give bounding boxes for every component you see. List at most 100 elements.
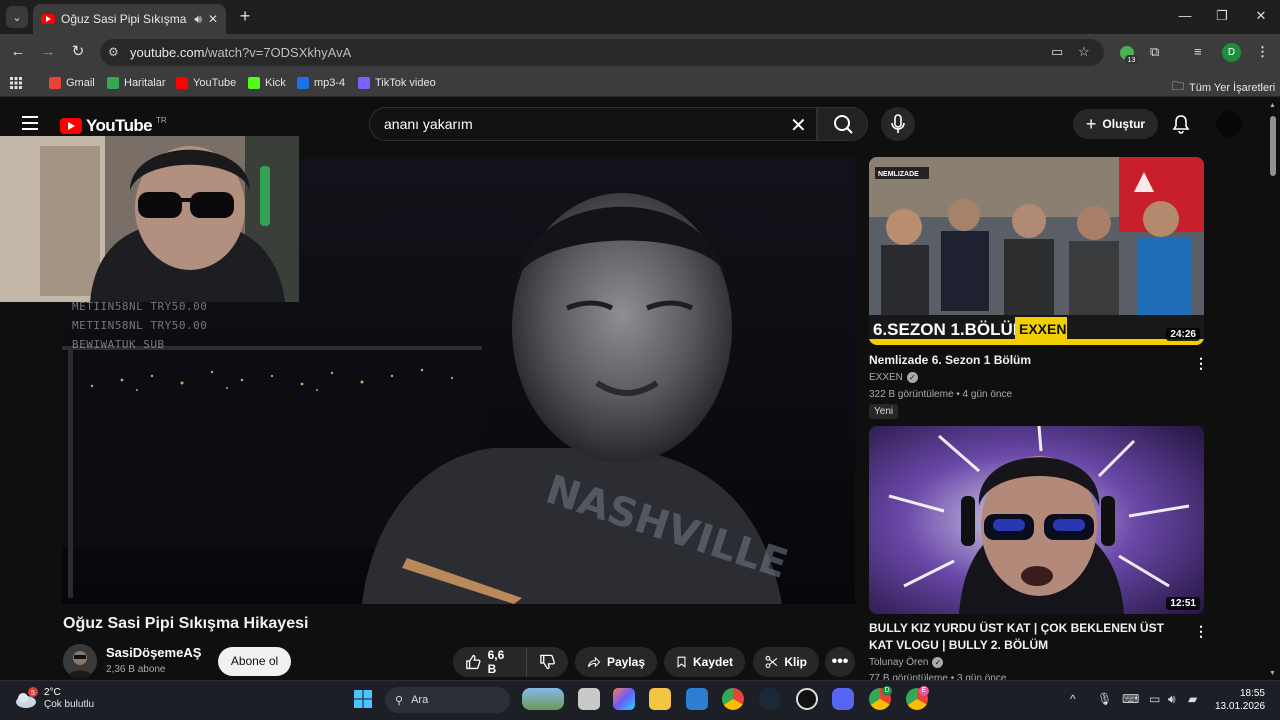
media-controls-icon[interactable]: ≡ bbox=[1194, 44, 1202, 59]
clear-search-icon[interactable]: ✕ bbox=[790, 113, 807, 138]
close-tab-icon[interactable]: ✕ bbox=[208, 12, 218, 26]
weather-widget[interactable]: 5 2°C Çok bulutlu bbox=[14, 686, 94, 710]
scroll-up-arrow-icon[interactable]: ▲ bbox=[1269, 102, 1276, 109]
kebab-menu-icon[interactable]: ⋮ bbox=[1194, 623, 1208, 640]
recommendation-title[interactable]: Nemlizade 6. Sezon 1 Bölüm bbox=[869, 352, 1179, 369]
reload-icon[interactable]: ↻ bbox=[68, 42, 88, 62]
kebab-menu-icon[interactable]: ⋮ bbox=[1194, 355, 1208, 372]
task-view-icon[interactable] bbox=[578, 688, 600, 710]
more-horizontal-icon: ••• bbox=[831, 653, 849, 670]
file-explorer-icon[interactable] bbox=[649, 688, 671, 710]
create-button[interactable]: + Oluştur bbox=[1073, 109, 1158, 139]
recommendation-title[interactable]: BULLY KIZ YURDU ÜST KAT | ÇOK BEKLENEN Ü… bbox=[869, 620, 1179, 654]
bookmark-label: mp3-4 bbox=[314, 77, 346, 89]
thumbnail-tag-text: NEMLIZADE bbox=[878, 171, 919, 178]
like-button[interactable]: 6,6 B bbox=[453, 647, 526, 677]
maximize-button[interactable]: ❐ bbox=[1207, 6, 1237, 26]
chrome-icon[interactable] bbox=[722, 688, 744, 710]
channel-name[interactable]: SasiDöşemeAŞ bbox=[106, 645, 201, 660]
weather-description: Çok bulutlu bbox=[44, 699, 95, 710]
keyboard-icon[interactable]: ⌨ bbox=[1122, 692, 1139, 706]
maps-icon bbox=[107, 77, 119, 89]
donation-line: METIIN58NL TRY50.00 bbox=[72, 319, 208, 332]
youtube-icon bbox=[176, 77, 188, 89]
chrome-menu-icon[interactable]: ⋮ bbox=[1256, 44, 1269, 60]
discord-icon[interactable] bbox=[832, 688, 854, 710]
forward-icon[interactable]: → bbox=[38, 42, 58, 62]
search-button[interactable] bbox=[817, 107, 868, 141]
close-window-button[interactable]: ✕ bbox=[1246, 6, 1276, 26]
recommendation-meta: 77 B görüntüleme • 3 gün önce bbox=[869, 673, 1007, 680]
clip-button[interactable]: Klip bbox=[753, 647, 819, 677]
youtube-play-icon bbox=[60, 118, 82, 134]
scroll-down-arrow-icon[interactable]: ▼ bbox=[1269, 670, 1276, 677]
save-button[interactable]: Kaydet bbox=[664, 647, 745, 677]
recommendation-thumbnail[interactable]: NEMLIZADE 6.SEZON 1.BÖLÜM EXXEN 24:26 bbox=[869, 157, 1204, 345]
search-input[interactable]: ananı yakarım bbox=[369, 107, 817, 141]
battery-icon[interactable]: ▰ bbox=[1188, 692, 1197, 706]
thumbnail-brand: EXXEN bbox=[1019, 321, 1066, 337]
profile-avatar[interactable]: D bbox=[1222, 43, 1241, 62]
youtube-favicon-icon bbox=[41, 14, 55, 24]
recommendation-meta: 322 B görüntüleme • 4 gün önce bbox=[869, 389, 1013, 400]
subscribe-button[interactable]: Abone ol bbox=[218, 647, 291, 676]
thumbs-up-icon bbox=[466, 654, 481, 670]
recommendation-thumbnail[interactable]: 12:51 bbox=[869, 426, 1204, 614]
volume-icon[interactable]: 🔊︎ bbox=[1168, 692, 1176, 707]
microphone-tray-icon[interactable]: 🎙︎ bbox=[1097, 692, 1112, 706]
bookmark-item[interactable]: Kick bbox=[248, 77, 286, 89]
account-avatar[interactable] bbox=[1216, 111, 1242, 137]
recommendation-channel[interactable]: Tolunay Ören ✓ bbox=[869, 657, 944, 668]
microsoft-store-icon[interactable] bbox=[686, 688, 708, 710]
share-button[interactable]: Paylaş bbox=[575, 647, 657, 677]
network-icon[interactable]: ▭ bbox=[1149, 692, 1160, 706]
news-widget-icon[interactable] bbox=[522, 688, 564, 710]
browser-tab-active[interactable]: Oğuz Sasi Pipi Sıkışma Hikaye 🔊︎ ✕ bbox=[33, 4, 226, 34]
bookmark-item[interactable]: YouTube bbox=[176, 77, 236, 89]
system-clock[interactable]: 18:55 13.01.2026 bbox=[1215, 687, 1265, 713]
share-label: Paylaş bbox=[606, 655, 645, 669]
voice-search-button[interactable] bbox=[881, 107, 915, 141]
bookmark-star-icon[interactable]: ☆ bbox=[1078, 44, 1090, 60]
address-bar[interactable]: youtube.com/watch?v=7ODSXkhyAvA bbox=[100, 39, 1104, 66]
bookmark-item[interactable]: mp3-4 bbox=[297, 77, 345, 89]
create-label: Oluştur bbox=[1102, 117, 1146, 131]
taskbar-search-label: Ara bbox=[411, 694, 429, 706]
taskbar-search[interactable]: ⚲ Ara bbox=[385, 687, 510, 713]
cast-icon[interactable]: ▭ bbox=[1051, 44, 1063, 60]
weather-badge: 5 bbox=[31, 690, 35, 697]
subscriber-count: 2,36 B abone bbox=[106, 664, 166, 675]
notifications-bell-icon[interactable] bbox=[1170, 113, 1192, 135]
windows-start-icon[interactable] bbox=[352, 688, 374, 710]
minimize-button[interactable]: — bbox=[1170, 6, 1200, 26]
dislike-button[interactable] bbox=[526, 647, 568, 677]
tab-search-button[interactable]: ⌄ bbox=[6, 6, 28, 28]
new-tab-button[interactable]: + bbox=[235, 6, 255, 26]
guide-menu-icon[interactable] bbox=[22, 116, 38, 130]
audio-playing-icon[interactable]: 🔊︎ bbox=[194, 12, 202, 27]
apps-grid-icon[interactable] bbox=[10, 77, 22, 89]
copilot-icon[interactable] bbox=[613, 688, 635, 710]
profile-badge: D bbox=[882, 686, 892, 696]
thumbnail-caption: 6.SEZON 1.BÖLÜM bbox=[873, 320, 1027, 339]
page-scrollbar[interactable] bbox=[1270, 116, 1276, 176]
tab-title: Oğuz Sasi Pipi Sıkışma Hikaye bbox=[61, 12, 188, 26]
youtube-logo[interactable]: YouTube TR bbox=[60, 116, 167, 136]
extension-badge-icon[interactable]: 13 bbox=[1118, 44, 1138, 64]
tray-overflow-icon[interactable]: ^ bbox=[1070, 692, 1076, 706]
back-icon[interactable]: ← bbox=[8, 42, 28, 62]
site-info-icon[interactable]: ⚙ bbox=[108, 45, 119, 59]
chatgpt-icon[interactable] bbox=[796, 688, 818, 710]
extensions-puzzle-icon[interactable]: ⧉ bbox=[1150, 44, 1159, 60]
search-icon: ⚲ bbox=[395, 694, 404, 707]
recommendation-channel[interactable]: EXXEN ✓ bbox=[869, 372, 918, 383]
bookmark-item[interactable]: TikTok video bbox=[358, 77, 436, 89]
temperature: 2°C bbox=[44, 687, 61, 698]
all-bookmarks-folder[interactable]: 🗀︎ Tüm Yer İşaretleri bbox=[1172, 77, 1275, 98]
steam-icon[interactable] bbox=[759, 688, 781, 710]
region-code: TR bbox=[156, 115, 167, 125]
channel-avatar[interactable] bbox=[63, 644, 97, 678]
bookmark-item[interactable]: Gmail bbox=[49, 77, 95, 89]
more-actions-button[interactable]: ••• bbox=[825, 647, 855, 677]
bookmark-item[interactable]: Haritalar bbox=[107, 77, 166, 89]
